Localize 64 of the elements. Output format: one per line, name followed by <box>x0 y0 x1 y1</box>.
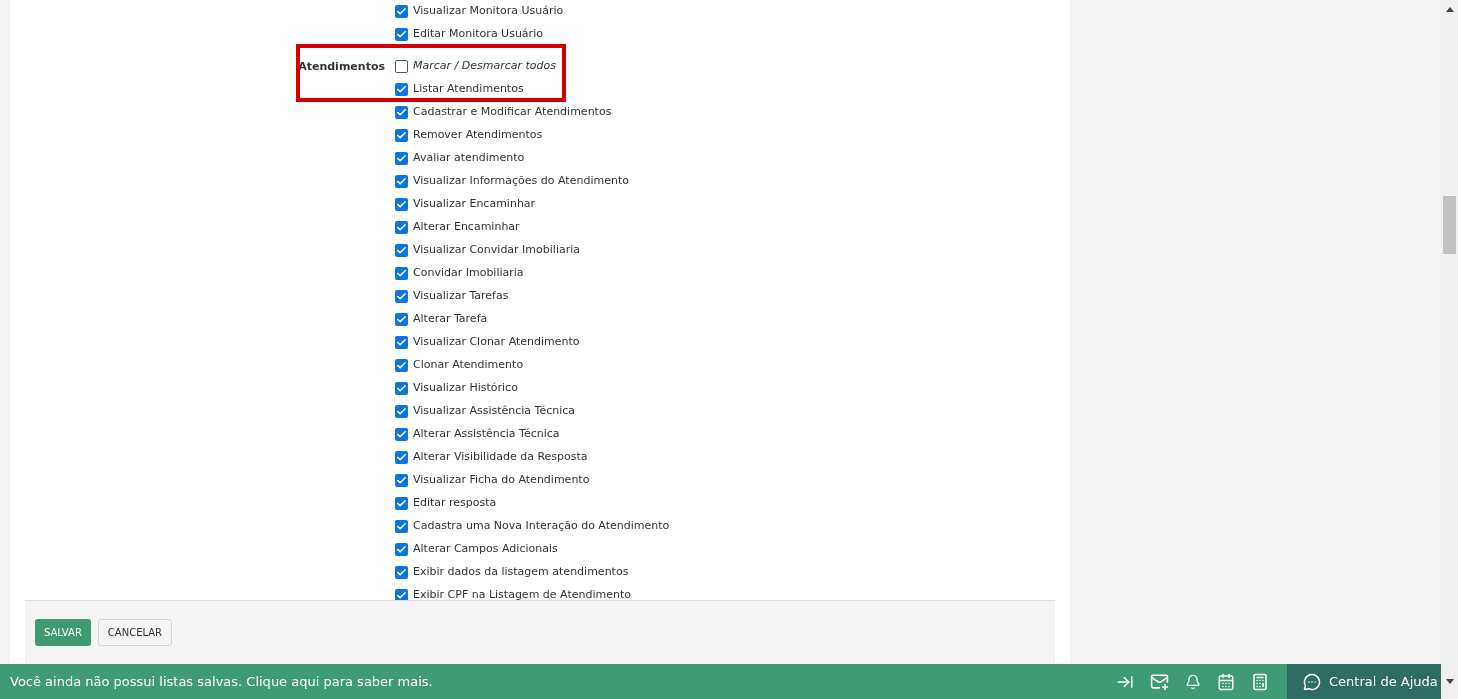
help-center-button[interactable]: Central de Ajuda <box>1287 664 1441 699</box>
bell-icon[interactable] <box>1185 673 1201 690</box>
permission-label: Avaliar atendimento <box>413 150 525 167</box>
permission-label: Listar Atendimentos <box>413 81 524 98</box>
permission-label: Exibir dados da listagem atendimentos <box>413 564 629 581</box>
checkbox[interactable] <box>395 520 408 533</box>
permission-label: Alterar Visibilidade da Resposta <box>413 449 588 466</box>
permission-label: Visualizar Tarefas <box>413 288 509 305</box>
checkbox[interactable] <box>395 129 408 142</box>
checkbox[interactable] <box>395 290 408 303</box>
scrollbar-thumb[interactable] <box>1443 196 1456 254</box>
cancel-button[interactable]: CANCELAR <box>97 619 173 646</box>
save-button[interactable]: SALVAR <box>35 619 91 646</box>
checkbox[interactable] <box>395 198 408 211</box>
permission-label: Visualizar Convidar Imobiliaria <box>413 242 581 259</box>
permission-label: Visualizar Monitora Usuário <box>413 3 564 20</box>
section-label: Atendimentos <box>298 59 385 75</box>
permission-label: Visualizar Ficha do Atendimento <box>413 472 590 489</box>
checkbox[interactable] <box>395 83 408 96</box>
checkbox[interactable] <box>395 5 408 18</box>
permission-label: Alterar Assistência Técnica <box>413 426 560 443</box>
chat-icon <box>1303 672 1321 691</box>
calculator-icon[interactable] <box>1251 672 1269 691</box>
permission-label: Visualizar Assistência Técnica <box>413 403 576 420</box>
permission-label: Editar resposta <box>413 495 497 512</box>
checkbox[interactable] <box>395 244 408 257</box>
permission-label: Clonar Atendimento <box>413 357 524 374</box>
permission-label: Alterar Tarefa <box>413 311 488 328</box>
checkbox[interactable] <box>395 359 408 372</box>
permission-label: Cadastra uma Nova Interação do Atendimento <box>413 518 670 535</box>
checkbox[interactable] <box>395 451 408 464</box>
permission-label: Visualizar Histórico <box>413 380 518 397</box>
checkbox[interactable] <box>395 221 408 234</box>
permission-label: Remover Atendimentos <box>413 127 543 144</box>
scroll-up-icon[interactable] <box>1445 7 1454 12</box>
permission-label: Editar Monitora Usuário <box>413 26 543 43</box>
checkbox[interactable] <box>395 152 408 165</box>
checkbox[interactable] <box>395 336 408 349</box>
checkbox[interactable] <box>395 267 408 280</box>
checkbox[interactable] <box>395 497 408 510</box>
permission-label: Convidar Imobiliaria <box>413 265 524 282</box>
checkbox[interactable] <box>395 566 408 579</box>
permission-label: Alterar Campos Adicionais <box>413 541 558 558</box>
checkbox[interactable] <box>395 28 408 41</box>
checkbox[interactable] <box>395 106 408 119</box>
permission-label: Alterar Encaminhar <box>413 219 520 236</box>
checkbox[interactable] <box>395 175 408 188</box>
checkbox[interactable] <box>395 543 408 556</box>
permission-label: Visualizar Informações do Atendimento <box>413 173 629 190</box>
checkbox[interactable] <box>395 60 408 73</box>
permission-label: Visualizar Encaminhar <box>413 196 536 213</box>
permission-label: Visualizar Clonar Atendimento <box>413 334 580 351</box>
calendar-icon[interactable] <box>1217 672 1235 691</box>
checkbox[interactable] <box>395 428 408 441</box>
permission-label: Exibir CPF na Listagem de Atendimento <box>413 587 632 600</box>
mail-icon[interactable] <box>1150 672 1169 691</box>
checkbox[interactable] <box>395 405 408 418</box>
scroll-down-icon[interactable] <box>1445 679 1454 684</box>
permission-label: Marcar / Desmarcar todos <box>413 58 556 75</box>
checkbox[interactable] <box>395 382 408 395</box>
status-message[interactable]: Você ainda não possui listas salvas. Clique aqui para saber mais. <box>10 671 433 692</box>
permission-label: Cadastrar e Modificar Atendimentos <box>413 104 612 121</box>
checkbox[interactable] <box>395 474 408 487</box>
checkbox[interactable] <box>395 313 408 326</box>
